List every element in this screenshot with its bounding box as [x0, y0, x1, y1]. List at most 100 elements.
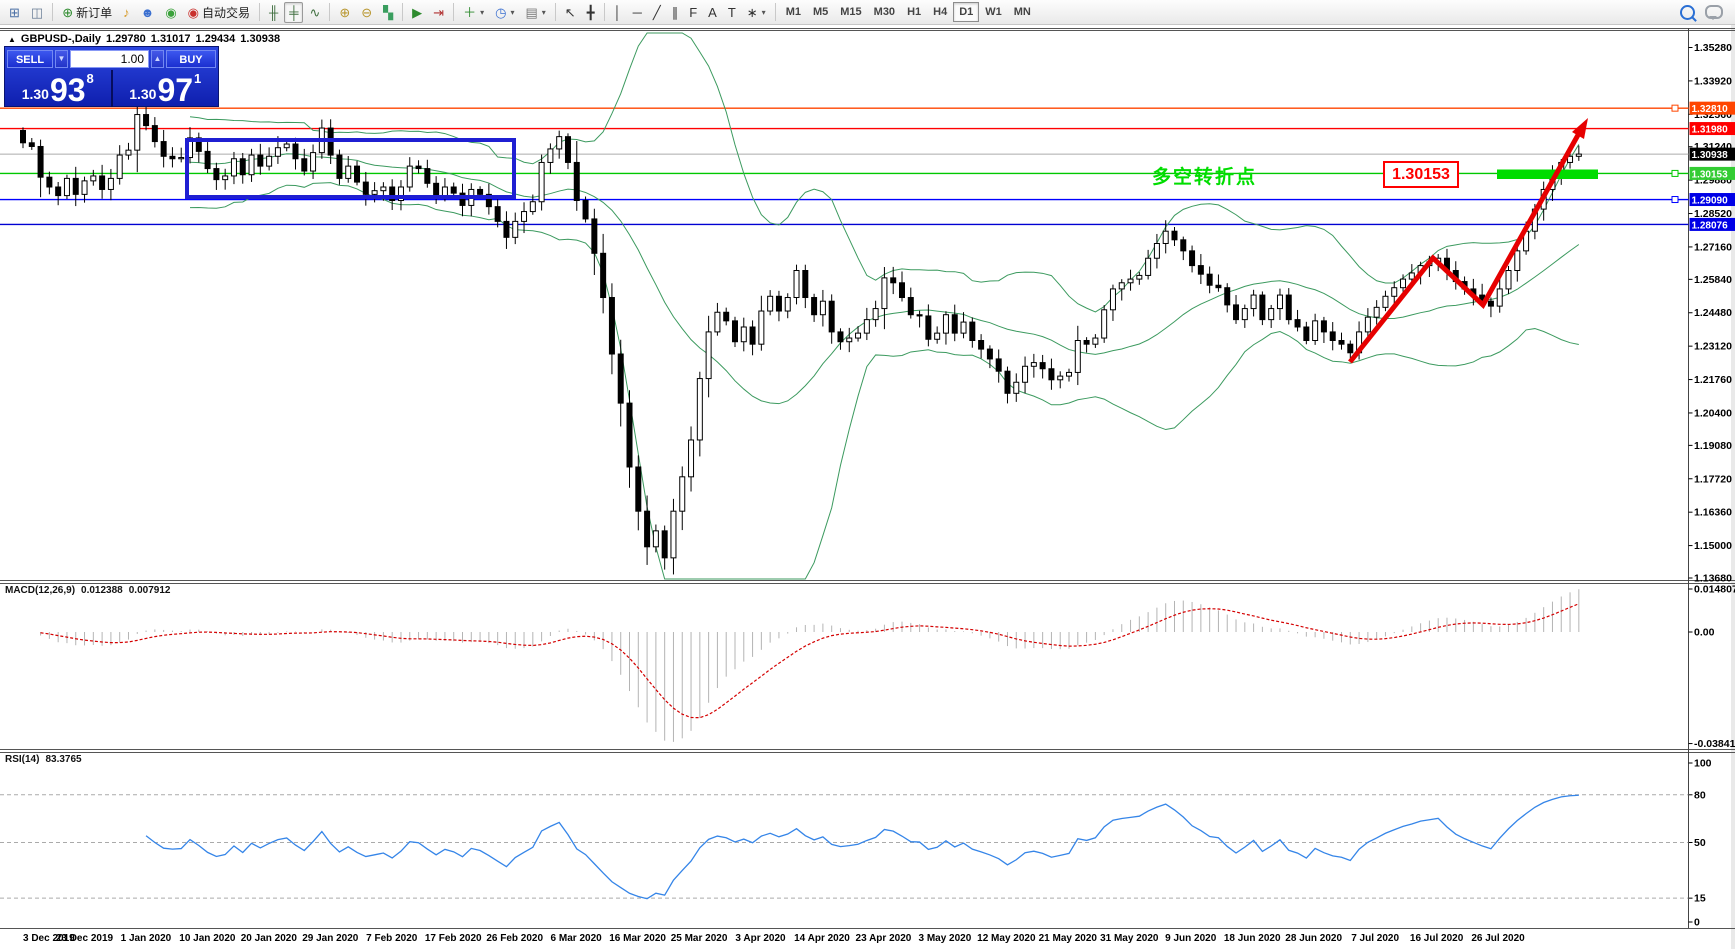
volume-increase-button[interactable]: ▲ [151, 50, 164, 68]
candle-body [64, 178, 69, 195]
candle-body [460, 193, 465, 205]
candle-body [249, 155, 254, 175]
timeframe-h4-button[interactable]: H4 [927, 2, 953, 22]
date-label: 1 Jan 2020 [121, 933, 172, 944]
sell-button[interactable]: SELL [7, 50, 53, 68]
auto-scroll-button[interactable]: ▶ [407, 2, 427, 23]
candle-body [1005, 371, 1010, 393]
date-label: 23 Apr 2020 [856, 933, 912, 944]
buy-button[interactable]: BUY [166, 50, 216, 68]
candle-body [91, 176, 96, 181]
price-tick-label: 1.25840 [1694, 274, 1732, 286]
chat-icon[interactable] [1705, 5, 1723, 19]
buy-price-big: 97 [157, 76, 193, 105]
sell-price-display[interactable]: 1.30 93 8 [5, 70, 113, 107]
candle-body [1515, 251, 1520, 271]
cursor-button[interactable]: ↖ [560, 2, 581, 23]
candle-body [275, 148, 280, 157]
text-button[interactable]: A [703, 2, 722, 23]
crosshair-button[interactable]: ╋ [582, 2, 600, 23]
symbol-timeframe-label: GBPUSD-,Daily [21, 33, 101, 45]
arrows-button[interactable]: ∗▾ [742, 2, 771, 23]
signal-button[interactable]: ◉ [160, 2, 181, 23]
timeframe-w1-button[interactable]: W1 [979, 2, 1008, 22]
profile-button[interactable]: ☻ [136, 2, 160, 23]
timeframe-m15-button[interactable]: M15 [834, 2, 867, 22]
timeframe-m1-button[interactable]: M1 [780, 2, 807, 22]
pivot-price-tag[interactable]: 1.30153 [1383, 161, 1459, 188]
candlestick-chart-type-button[interactable]: ╪ [284, 2, 303, 23]
timeframe-m5-button[interactable]: M5 [807, 2, 834, 22]
ohlc-close: 1.30938 [240, 33, 280, 45]
trendline-button[interactable]: ╱ [648, 2, 666, 23]
candle-body [926, 316, 931, 339]
candle-body [653, 531, 658, 547]
timeframe-toolbar: M1M5M15M30H1H4D1W1MN [780, 2, 1037, 22]
candle-body [1075, 341, 1080, 373]
label-button[interactable]: T [723, 2, 741, 23]
vertical-line-button[interactable]: │ [609, 2, 627, 23]
line-handle [1672, 197, 1678, 203]
candle-body [346, 166, 351, 178]
pivot-zone-bar[interactable] [1497, 170, 1598, 180]
line-chart-type-button[interactable]: ∿ [304, 2, 325, 23]
chart-shift-button[interactable]: ⇥ [428, 2, 449, 23]
volume-input[interactable] [70, 50, 149, 68]
rsi-tick-label: 15 [1694, 893, 1706, 905]
zoom-in-button[interactable]: ⊕ [334, 2, 355, 23]
candle-body [355, 166, 360, 182]
candle-body [662, 531, 667, 558]
price-tick-label: 1.17720 [1694, 473, 1732, 485]
timeframe-m30-button[interactable]: M30 [868, 2, 901, 22]
new-order-button[interactable]: ⊕新订单 [57, 2, 117, 23]
current-price-line-badge-label: 1.30938 [1692, 150, 1729, 161]
candle-body [794, 271, 799, 298]
price-tick-label: 1.15000 [1694, 540, 1732, 552]
candle-body [996, 359, 1001, 371]
rsi-tick-label: 0 [1694, 917, 1700, 929]
candle-body [1172, 231, 1177, 240]
vertical-line-icon: │ [614, 6, 622, 19]
crosshair-icon: ╋ [587, 6, 595, 19]
search-icon[interactable] [1680, 5, 1695, 20]
date-label: 6 Mar 2020 [551, 933, 603, 944]
candle-body [732, 321, 737, 342]
bar-chart-type-button[interactable]: ╫ [264, 2, 283, 23]
pivot-annotation-text[interactable]: 多空转折点 [1152, 162, 1257, 189]
periods-button[interactable]: ◷▾ [490, 2, 519, 23]
candle-body [1031, 363, 1036, 367]
timeframe-d1-button[interactable]: D1 [953, 2, 979, 22]
text-icon: A [708, 6, 717, 19]
equidistant-channel-button[interactable]: ∥ [667, 2, 684, 23]
candle-body [1383, 296, 1388, 307]
candle-body [1269, 309, 1274, 320]
zoom-out-button[interactable]: ⊖ [356, 2, 377, 23]
candle-body [952, 315, 957, 333]
rsi-value: 83.3765 [45, 754, 81, 765]
candle-body [1216, 285, 1221, 287]
time-axis[interactable]: 3 Dec 201923 Dec 20191 Jan 202010 Jan 20… [23, 933, 1525, 944]
price-tick-label: 1.23120 [1694, 341, 1732, 353]
candle-body [451, 187, 456, 193]
one-click-trading-panel: SELL ▼ ▲ BUY 1.30 93 8 1.30 97 1 [4, 46, 219, 107]
autotrading-button[interactable]: ◉自动交易 [183, 2, 255, 23]
templates-button[interactable]: ▤▾ [520, 2, 550, 23]
sound-alert-button[interactable]: ♪ [118, 2, 135, 23]
volume-decrease-button[interactable]: ▼ [55, 50, 68, 68]
candle-body [741, 327, 746, 342]
chart-canvas[interactable]: 1.352801.339201.325601.312401.298801.285… [0, 25, 1735, 949]
candlestick-chart-type-icon: ╪ [289, 6, 298, 19]
candle-body [1277, 295, 1282, 309]
timeframe-h1-button[interactable]: H1 [901, 2, 927, 22]
horizontal-line-button[interactable]: ─ [628, 2, 647, 23]
tile-windows-icon: ▚ [383, 6, 393, 19]
window-edge-strip [1731, 25, 1735, 949]
buy-price-display[interactable]: 1.30 97 1 [113, 70, 219, 107]
charts-window-button[interactable]: ⊞ [4, 2, 25, 23]
tile-windows-button[interactable]: ▚ [378, 2, 398, 23]
fibonacci-button[interactable]: F [684, 2, 702, 23]
indicators-button[interactable]: ＋▾ [458, 2, 489, 23]
timeframe-mn-button[interactable]: MN [1008, 2, 1037, 22]
tick-chart-button[interactable]: ◫ [26, 2, 48, 23]
toolbar-separator [775, 3, 776, 21]
